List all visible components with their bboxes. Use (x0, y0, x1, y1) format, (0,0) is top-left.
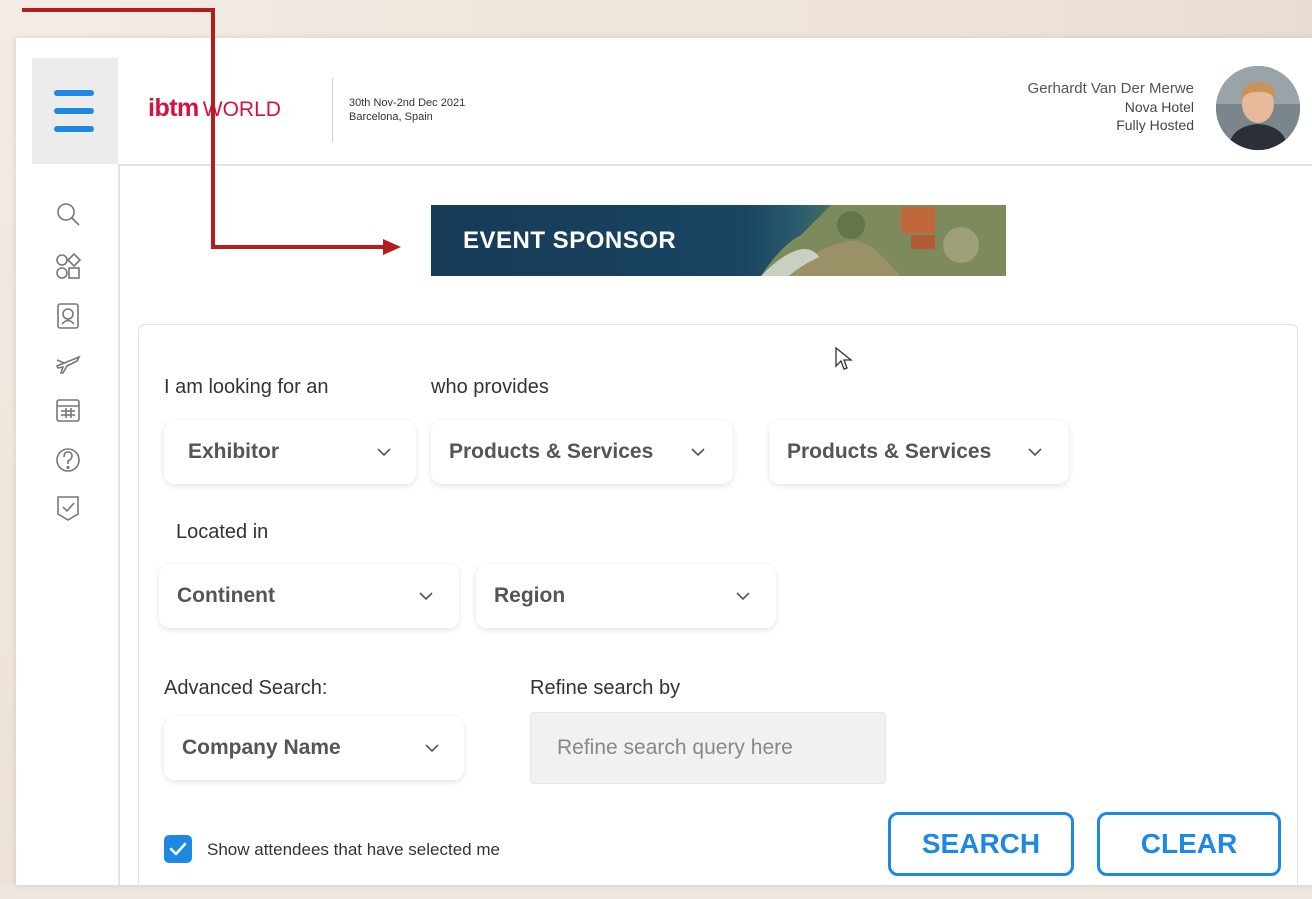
flight-icon[interactable] (54, 350, 82, 378)
mouse-cursor-icon (835, 346, 853, 370)
logo-bold-text: ibtm (148, 94, 199, 122)
chevron-down-icon (1028, 448, 1042, 457)
menu-bar-icon (54, 90, 94, 96)
continent-dropdown-value: Continent (177, 584, 275, 607)
help-icon[interactable] (54, 446, 82, 474)
chevron-down-icon (691, 448, 705, 457)
advanced-search-dropdown[interactable]: Company Name (164, 716, 464, 780)
search-button[interactable]: SEARCH (888, 812, 1074, 876)
chevron-down-icon (425, 744, 439, 753)
background-bottom (0, 885, 1312, 899)
chevron-down-icon (736, 592, 750, 601)
user-name: Gerhardt Van Der Merwe (1027, 80, 1194, 97)
provides-dropdown-1-value: Products & Services (449, 440, 654, 463)
top-header: ibtm WORLD 30th Nov-2nd Dec 2021 Barcelon… (118, 58, 1312, 166)
show-attendees-checkbox[interactable] (164, 835, 192, 863)
advanced-search-label: Advanced Search: (164, 677, 328, 699)
located-in-label: Located in (176, 521, 269, 543)
continent-dropdown[interactable]: Continent (159, 564, 459, 628)
refine-search-label: Refine search by (530, 677, 681, 699)
clear-button[interactable]: CLEAR (1097, 812, 1281, 876)
arrowhead-icon (383, 239, 401, 255)
user-company: Nova Hotel (1124, 99, 1194, 115)
background-top (0, 0, 1312, 40)
provides-dropdown-1[interactable]: Products & Services (431, 420, 733, 484)
type-dropdown[interactable]: Exhibitor (164, 420, 416, 484)
profile-icon[interactable] (54, 302, 82, 330)
annotation-arrow-line (211, 245, 386, 249)
event-location: Barcelona, Spain (349, 111, 433, 123)
event-info: 30th Nov-2nd Dec 2021 Barcelona, Spain (349, 96, 465, 124)
refine-search-input[interactable] (530, 712, 886, 784)
hamburger-menu-button[interactable] (32, 58, 118, 164)
calendar-icon[interactable] (54, 396, 82, 424)
provides-dropdown-2-value: Products & Services (787, 440, 992, 463)
annotation-arrow-line (22, 8, 215, 12)
type-dropdown-value: Exhibitor (188, 440, 280, 463)
menu-bar-icon (54, 108, 94, 114)
advanced-search-dropdown-value: Company Name (182, 736, 341, 759)
looking-for-label: I am looking for an (164, 376, 329, 398)
background-left (0, 40, 16, 899)
user-package: Fully Hosted (1116, 117, 1194, 133)
chevron-down-icon (419, 592, 433, 601)
provides-label: who provides (431, 376, 549, 398)
menu-bar-icon (54, 126, 94, 132)
checkmark-icon (169, 842, 187, 856)
annotation-arrow-line (211, 8, 215, 249)
user-info: Gerhardt Van Der Merwe Nova Hotel Fully … (1028, 80, 1194, 134)
header-divider (332, 78, 333, 142)
provides-dropdown-2[interactable]: Products & Services (769, 420, 1069, 484)
show-attendees-label: Show attendees that have selected me (207, 840, 500, 859)
event-sponsor-banner[interactable]: EVENT SPONSOR (431, 205, 1006, 276)
event-dates: 30th Nov-2nd Dec 2021 (349, 97, 466, 109)
categories-icon[interactable] (54, 252, 82, 280)
checklist-icon[interactable] (54, 494, 82, 522)
avatar[interactable] (1216, 66, 1300, 150)
region-dropdown-value: Region (494, 584, 566, 607)
chevron-down-icon (377, 448, 391, 457)
search-icon[interactable] (54, 200, 82, 228)
region-dropdown[interactable]: Region (476, 564, 776, 628)
sidebar (32, 164, 120, 885)
banner-text: EVENT SPONSOR (463, 227, 677, 254)
